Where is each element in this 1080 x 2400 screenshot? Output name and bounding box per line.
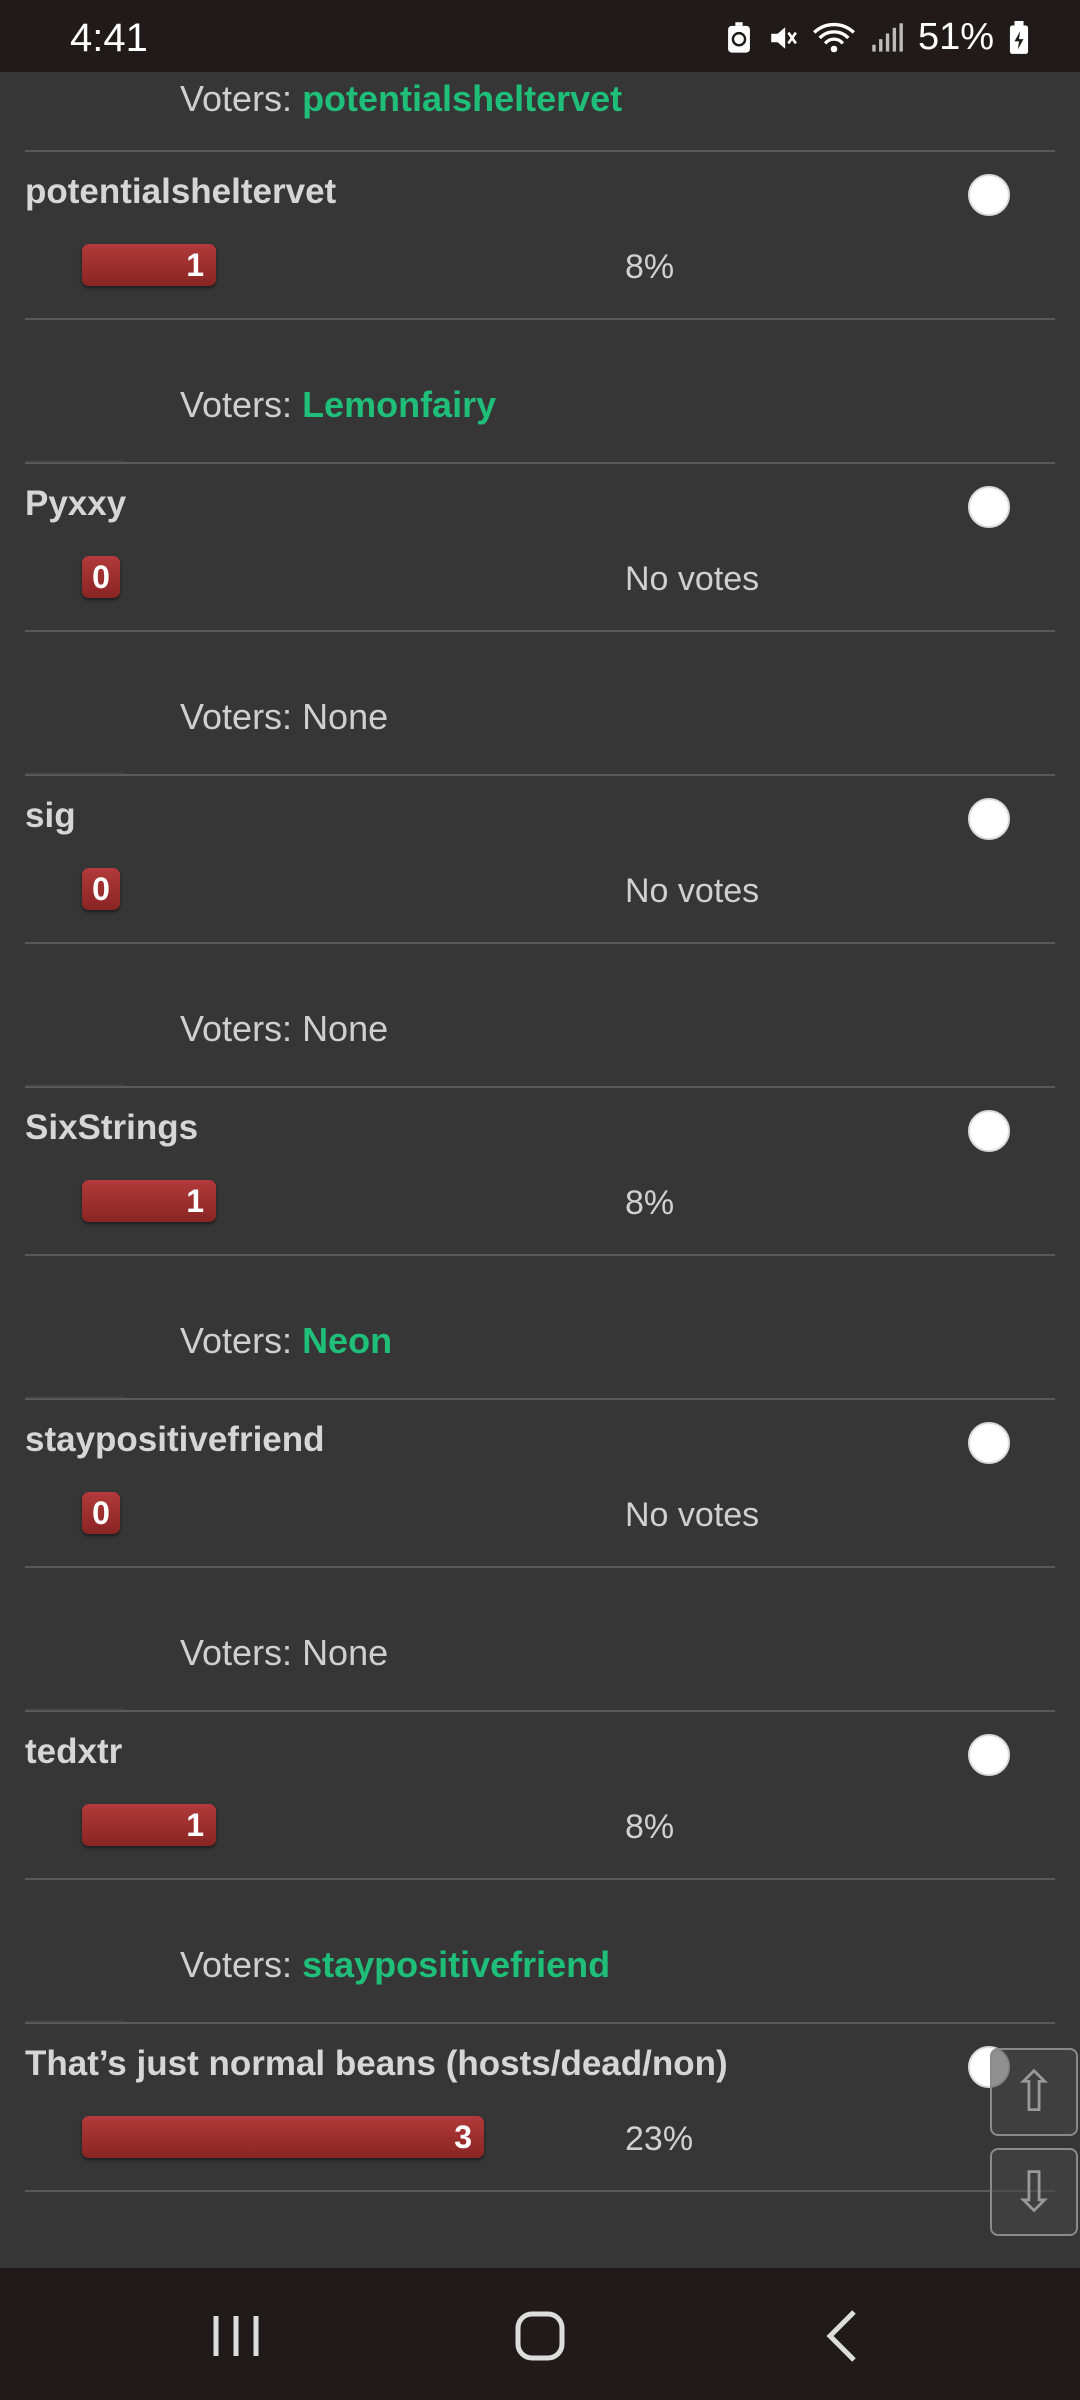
vote-radio-button[interactable]	[968, 1422, 1010, 1464]
option-divider	[25, 774, 1055, 776]
voters-prefix: Voters:	[180, 384, 303, 425]
poll-option: That’s just normal beans (hosts/dead/non…	[0, 2022, 1080, 2268]
wifi-icon	[812, 22, 855, 52]
voter-name: potentialsheltervet	[302, 78, 623, 119]
signal-icon	[872, 22, 903, 52]
voter-name: staypositivefriend	[302, 1944, 611, 1985]
home-icon[interactable]	[500, 2296, 580, 2376]
option-title: tedxtr	[25, 1732, 123, 1771]
scroll-down-button[interactable]: ⇩	[990, 2148, 1078, 2236]
vote-percent: No votes	[625, 872, 760, 910]
vote-radio-button[interactable]	[968, 798, 1010, 840]
voters-prefix: Voters:	[180, 1944, 303, 1985]
option-title: That’s just normal beans (hosts/dead/non…	[25, 2044, 728, 2083]
voters-prefix: Voters:	[180, 1632, 303, 1673]
poll-option: sig 0 No votes Voters: None	[0, 774, 1080, 1086]
option-title: staypositivefriend	[25, 1420, 325, 1459]
option-title: Pyxxy	[25, 484, 127, 523]
vote-percent: 8%	[625, 248, 675, 286]
option-divider	[25, 150, 1055, 152]
voters-line: Voters: staypositivefriend	[180, 1944, 610, 1986]
voter-name: None	[302, 1632, 389, 1673]
voters-line: Voters: potentialsheltervet	[180, 78, 622, 120]
option-divider	[25, 942, 1055, 944]
voters-line: Voters: Neon	[180, 1320, 392, 1362]
vote-percent: 8%	[625, 1184, 675, 1222]
option-divider	[25, 2022, 1055, 2024]
voters-prefix: Voters:	[180, 1008, 303, 1049]
option-divider	[25, 318, 1055, 320]
voter-name: Lemonfairy	[302, 384, 497, 425]
battery-icon	[1009, 20, 1029, 54]
poll-option: tedxtr 1 8% Voters: staypositivefriend	[0, 1710, 1080, 2022]
poll-results[interactable]: Voters: potentialsheltervet potentialshe…	[0, 72, 1080, 2268]
voters-line: Voters: None	[180, 1632, 388, 1674]
voter-name: Neon	[302, 1320, 393, 1361]
vote-count-bar: 0	[82, 1492, 120, 1534]
option-title: potentialsheltervet	[25, 172, 337, 211]
option-divider	[25, 2190, 1055, 2192]
vote-percent: No votes	[625, 560, 760, 598]
voters-line: Voters: None	[180, 1008, 388, 1050]
battery-percent: 51%	[917, 16, 994, 58]
vote-count-bar: 3	[82, 2116, 484, 2158]
vote-radio-button[interactable]	[968, 1734, 1010, 1776]
voters-prefix: Voters:	[180, 1320, 303, 1361]
option-divider	[25, 1254, 1055, 1256]
status-icons: 51%	[724, 16, 1030, 59]
poll-option: potentialsheltervet 1 8% Voters: Lemonfairy	[0, 150, 1080, 462]
vote-radio-button[interactable]	[968, 486, 1010, 528]
navigation-bar	[0, 2268, 1080, 2400]
voters-line: Voters: None	[180, 696, 388, 738]
vote-percent: No votes	[625, 1496, 760, 1534]
vote-radio-button[interactable]	[968, 174, 1010, 216]
voters-prefix: Voters:	[180, 78, 303, 119]
status-bar: 4:41 51%	[0, 0, 1080, 72]
option-divider	[25, 1398, 1055, 1400]
option-divider	[25, 462, 1055, 464]
option-divider	[25, 1878, 1055, 1880]
status-time: 4:41	[70, 16, 148, 60]
voters-line: Voters: Lemonfairy	[180, 384, 496, 426]
option-title: sig	[25, 796, 76, 835]
battery-saver-icon	[728, 21, 750, 53]
vote-count-bar: 1	[82, 244, 216, 286]
poll-option: staypositivefriend 0 No votes Voters: None	[0, 1398, 1080, 1710]
back-icon[interactable]	[804, 2296, 884, 2376]
voter-name: None	[302, 696, 389, 737]
vote-count-bar: 1	[82, 1804, 216, 1846]
recent-apps-icon[interactable]	[196, 2296, 276, 2376]
vote-count-bar: 1	[82, 1180, 216, 1222]
poll-option: Pyxxy 0 No votes Voters: None	[0, 462, 1080, 774]
vote-count-bar: 0	[82, 556, 120, 598]
vote-percent: 8%	[625, 1808, 675, 1846]
option-divider	[25, 1566, 1055, 1568]
vote-count-bar: 0	[82, 868, 120, 910]
voter-name: None	[302, 1008, 389, 1049]
option-divider	[25, 1086, 1055, 1088]
poll-option: SixStrings 1 8% Voters: Neon	[0, 1086, 1080, 1398]
vote-radio-button[interactable]	[968, 1110, 1010, 1152]
option-title: SixStrings	[25, 1108, 199, 1147]
voters-prefix: Voters:	[180, 696, 303, 737]
scroll-up-button[interactable]: ⇧	[990, 2048, 1078, 2136]
vote-percent: 23%	[625, 2120, 694, 2158]
mute-icon	[771, 26, 797, 49]
option-divider	[25, 1710, 1055, 1712]
option-divider	[25, 630, 1055, 632]
